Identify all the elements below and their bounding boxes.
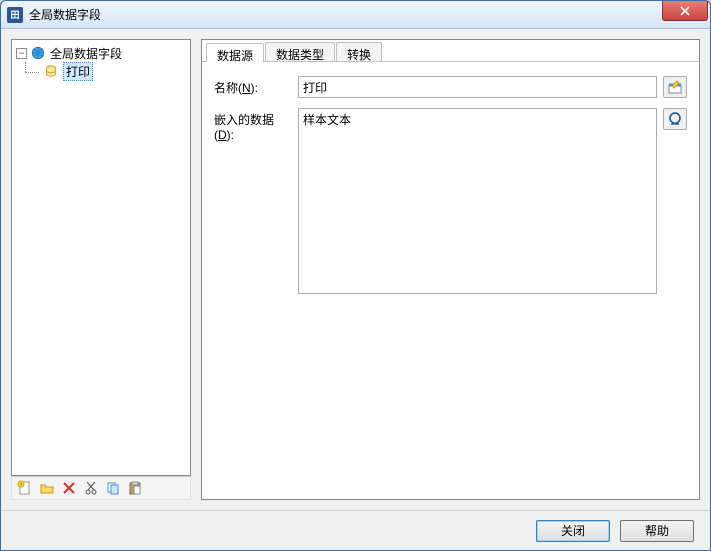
close-icon	[680, 6, 690, 16]
omega-icon	[667, 111, 683, 127]
tab-strip: 数据源 数据类型 转换	[202, 40, 699, 62]
tab-data-source[interactable]: 数据源	[206, 43, 264, 62]
close-window-button[interactable]	[662, 1, 708, 21]
tree-child-label: 打印	[63, 62, 93, 81]
dialog-button-bar: 关闭 帮助	[1, 510, 710, 550]
new-icon	[17, 480, 33, 496]
cut-icon	[83, 480, 99, 496]
embed-label: 嵌入的数据(D):	[214, 108, 292, 142]
right-panel: 数据源 数据类型 转换 名称(N):	[201, 39, 700, 500]
tree-child-row[interactable]: 打印	[20, 62, 186, 80]
name-browse-button[interactable]	[663, 76, 687, 98]
tab-data-type[interactable]: 数据类型	[265, 42, 335, 61]
delete-button[interactable]	[60, 479, 78, 497]
wizard-icon	[667, 79, 683, 95]
omega-button[interactable]	[663, 108, 687, 130]
title-bar: 田 全局数据字段	[1, 1, 710, 29]
globe-icon	[31, 46, 45, 60]
new-item-button[interactable]	[16, 479, 34, 497]
embed-textarea[interactable]	[298, 108, 657, 294]
tree-root-label: 全局数据字段	[50, 45, 122, 62]
new-folder-button[interactable]	[38, 479, 56, 497]
app-icon: 田	[7, 7, 23, 23]
copy-icon	[105, 480, 121, 496]
name-label: 名称(N):	[214, 76, 292, 96]
paste-icon	[127, 480, 143, 496]
name-row: 名称(N):	[214, 76, 687, 98]
embed-row: 嵌入的数据(D):	[214, 108, 687, 294]
tree-root-row[interactable]: − 全局数据字段	[16, 44, 186, 62]
tab-container: 数据源 数据类型 转换 名称(N):	[201, 39, 700, 500]
delete-icon	[61, 480, 77, 496]
folder-icon	[39, 480, 55, 496]
name-input[interactable]	[298, 76, 657, 98]
collapse-icon[interactable]: −	[16, 48, 27, 59]
help-button[interactable]: 帮助	[620, 520, 694, 542]
paste-button[interactable]	[126, 479, 144, 497]
tab-transform[interactable]: 转换	[336, 42, 382, 61]
tree-toolbar	[11, 476, 191, 500]
client-area: − 全局数据字段 打印	[1, 29, 710, 510]
tree-connector	[20, 62, 42, 80]
tab-body: 名称(N): 嵌入的数据(D):	[202, 62, 699, 499]
tree-view[interactable]: − 全局数据字段 打印	[11, 39, 191, 476]
database-icon	[44, 64, 58, 78]
close-button[interactable]: 关闭	[536, 520, 610, 542]
cut-button[interactable]	[82, 479, 100, 497]
dialog-window: 田 全局数据字段 − 全局数据字段	[0, 0, 711, 551]
left-panel: − 全局数据字段 打印	[11, 39, 191, 500]
window-title: 全局数据字段	[29, 6, 101, 23]
copy-button[interactable]	[104, 479, 122, 497]
